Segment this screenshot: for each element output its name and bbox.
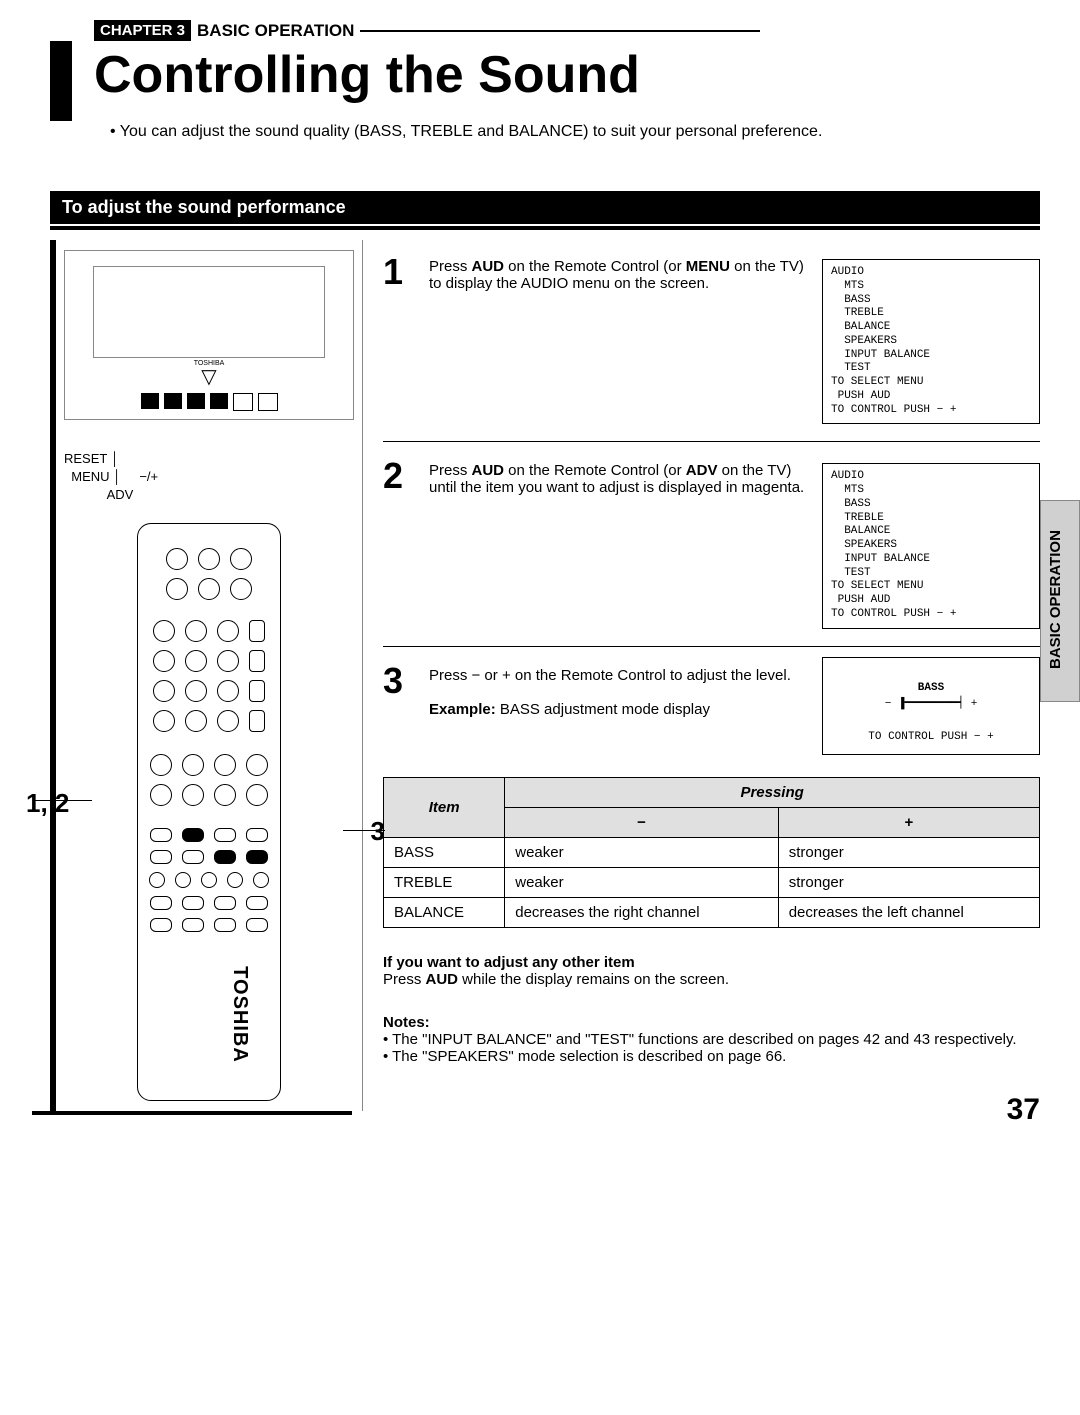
chapter-line: CHAPTER 3 BASIC OPERATION: [94, 20, 1040, 41]
adjust-other-text: Press AUD while the display remains on t…: [383, 971, 1040, 988]
note-2: • The "SPEAKERS" mode selection is descr…: [383, 1048, 1040, 1065]
chapter-rule: [360, 30, 760, 32]
page-number: 37: [1007, 1093, 1040, 1127]
tv-screen-rect: [93, 266, 325, 358]
tv-labels: RESET │ MENU │ −/+ ADV: [64, 450, 354, 505]
osd-display-2: AUDIO MTS BASS TREBLE BALANCE SPEAKERS I…: [822, 463, 1040, 628]
tv-label-pm: −/+: [139, 469, 158, 484]
step-3-row: 3 Press − or + on the Remote Control to …: [383, 646, 1040, 755]
tv-label-menu: MENU: [71, 469, 109, 484]
table-row: BALANCE decreases the right channel decr…: [384, 897, 1040, 927]
adjust-other-block: If you want to adjust any other item Pre…: [383, 954, 1040, 988]
chapter-box: CHAPTER 3: [94, 20, 191, 41]
th-plus: +: [778, 807, 1039, 837]
th-pressing: Pressing: [505, 777, 1040, 807]
cell-minus: weaker: [505, 837, 778, 867]
section-strip: [50, 226, 1040, 230]
left-column: TOSHIBA ▽ RESET │ MENU │ −/+ ADV: [56, 240, 363, 1111]
cell-item: BASS: [384, 837, 505, 867]
remote-brand: TOSHIBA: [228, 966, 251, 1063]
osd-display-3: BASS − ▐━━━━━━━━┥ + TO CONTROL PUSH − +: [822, 657, 1040, 755]
title-accent-bar: [50, 41, 72, 121]
cell-minus: weaker: [505, 867, 778, 897]
example-label: Example:: [429, 701, 496, 718]
cell-item: TREBLE: [384, 867, 505, 897]
intro-text: • You can adjust the sound quality (BASS…: [110, 123, 1040, 141]
osd3-slider: − ▐━━━━━━━━┥ +: [885, 698, 978, 710]
step-2-text: Press AUD on the Remote Control (or ADV …: [429, 458, 810, 496]
th-item: Item: [384, 777, 505, 837]
step-2-number: 2: [383, 458, 417, 496]
callout-1-2: 1, 2: [26, 788, 69, 819]
step-1-number: 1: [383, 254, 417, 292]
cell-plus: stronger: [778, 837, 1039, 867]
table-row: BASS weaker stronger: [384, 837, 1040, 867]
osd-display-1: AUDIO MTS BASS TREBLE BALANCE SPEAKERS I…: [822, 259, 1040, 424]
callout-1-2-line: [34, 800, 92, 801]
content-area: TOSHIBA ▽ RESET │ MENU │ −/+ ADV: [50, 240, 1040, 1115]
page-title: Controlling the Sound: [94, 45, 640, 105]
note-1: • The "INPUT BALANCE" and "TEST" functio…: [383, 1031, 1040, 1048]
step-2-row: 2 Press AUD on the Remote Control (or AD…: [383, 441, 1040, 639]
chapter-text: BASIC OPERATION: [197, 21, 354, 41]
step-1-row: 1 Press AUD on the Remote Control (or ME…: [383, 248, 1040, 435]
cell-minus: decreases the right channel: [505, 897, 778, 927]
callout-3: 3: [371, 816, 385, 847]
cell-plus: stronger: [778, 867, 1039, 897]
example-text: BASS adjustment mode display: [500, 701, 710, 718]
table-row: TREBLE weaker stronger: [384, 867, 1040, 897]
section-header: To adjust the sound performance: [50, 191, 1040, 224]
tv-arrow-down-icon: ▽: [201, 367, 216, 387]
step-3-text: Press − or + on the Remote Control to ad…: [429, 663, 810, 718]
remote-diagram: TOSHIBA: [137, 523, 281, 1101]
notes-title: Notes:: [383, 1014, 1040, 1031]
step-3-number: 3: [383, 663, 417, 718]
title-row: Controlling the Sound: [50, 41, 1040, 121]
tv-label-reset: RESET: [64, 451, 107, 466]
adjust-other-title: If you want to adjust any other item: [383, 954, 1040, 971]
step-1-text: Press AUD on the Remote Control (or MENU…: [429, 254, 810, 292]
adjustment-table: Item Pressing − + BASS weaker stronger T…: [383, 777, 1040, 928]
cell-plus: decreases the left channel: [778, 897, 1039, 927]
side-tab: BASIC OPERATION: [1040, 500, 1080, 702]
cell-item: BALANCE: [384, 897, 505, 927]
left-column-wrap: TOSHIBA ▽ RESET │ MENU │ −/+ ADV: [56, 240, 363, 1115]
th-minus: −: [505, 807, 778, 837]
callout-3-line: [343, 830, 385, 831]
tv-label-adv: ADV: [107, 487, 134, 502]
tv-diagram: TOSHIBA ▽: [64, 250, 354, 420]
osd3-label: BASS: [918, 682, 944, 694]
right-column: 1 Press AUD on the Remote Control (or ME…: [383, 240, 1040, 1115]
notes-block: Notes: • The "INPUT BALANCE" and "TEST" …: [383, 1014, 1040, 1065]
side-tab-label: BASIC OPERATION: [1047, 499, 1064, 669]
manual-page: CHAPTER 3 BASIC OPERATION Controlling th…: [0, 0, 1080, 1135]
left-column-bottom-rule: [32, 1111, 352, 1115]
osd3-footer: TO CONTROL PUSH − +: [868, 731, 993, 743]
tv-knob-row: [141, 393, 278, 411]
